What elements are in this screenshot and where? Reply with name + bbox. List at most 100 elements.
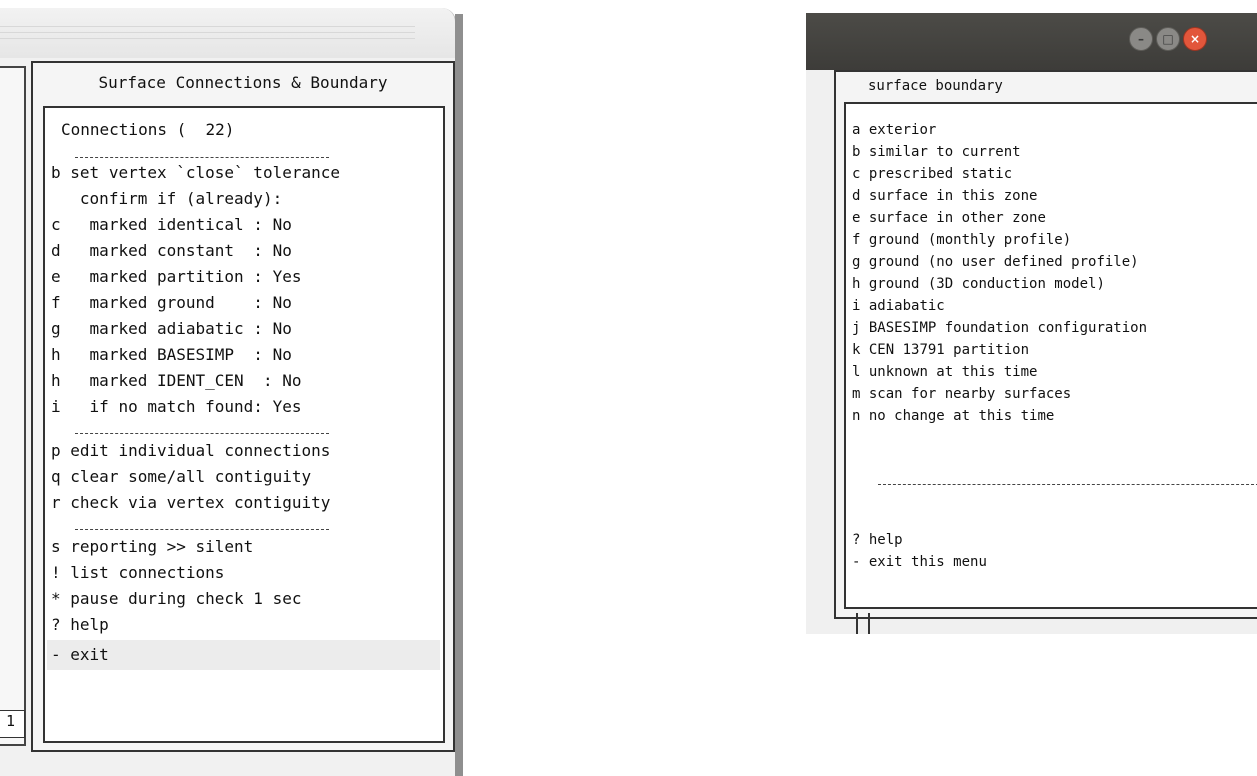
menu-item-list-connections[interactable]: ! list connections xyxy=(51,560,224,586)
menu-item-key: p xyxy=(51,441,61,460)
menu-item-unknown[interactable]: l unknown at this time xyxy=(852,362,1037,383)
menu-item-edit-connections[interactable]: p edit individual connections xyxy=(51,438,330,464)
menu-item-exit[interactable]: - exit this menu xyxy=(852,552,987,573)
menu-item-key: f xyxy=(852,232,861,248)
menu-item-key: r xyxy=(51,493,61,512)
menu-item-label: confirm if (already): xyxy=(70,189,283,208)
menu-item-ground-monthly[interactable]: f ground (monthly profile) xyxy=(852,230,1071,251)
close-icon: × xyxy=(1189,32,1201,46)
menu-item-label: exit xyxy=(70,645,109,664)
menu-item-no-match[interactable]: i if no match found: Yes xyxy=(51,394,301,420)
menu-item-no-change[interactable]: n no change at this time xyxy=(852,406,1054,427)
panel-title: surface boundary xyxy=(868,78,1003,94)
menu-item-prescribed[interactable]: c prescribed static xyxy=(852,164,1012,185)
left-window-titlebar[interactable] xyxy=(0,8,456,58)
menu-item-key: l xyxy=(852,364,861,380)
menu-item-adiabatic[interactable]: g marked adiabatic : No xyxy=(51,316,292,342)
menu-item-ground[interactable]: f marked ground : No xyxy=(51,290,292,316)
menu-item-cen-partition[interactable]: k CEN 13791 partition xyxy=(852,340,1029,361)
right-window: – □ × surface boundary a exterior b simi… xyxy=(806,13,1257,634)
menu-item-partition[interactable]: e marked partition : Yes xyxy=(51,264,301,290)
menu-item-key: h xyxy=(51,371,61,390)
menu-item-label: scan for nearby surfaces xyxy=(868,386,1072,402)
menu-item-key xyxy=(51,189,61,208)
right-lower-panel-edge xyxy=(856,613,870,634)
menu-item-adiabatic[interactable]: i adiabatic xyxy=(852,296,945,317)
menu-item-exterior[interactable]: a exterior xyxy=(852,120,936,141)
menu-item-key: e xyxy=(51,267,61,286)
menu-item-this-zone[interactable]: d surface in this zone xyxy=(852,186,1037,207)
surface-connections-panel: Surface Connections & Boundary Connectio… xyxy=(31,61,455,752)
menu-item-label: marked adiabatic : No xyxy=(70,319,292,338)
menu-item-label: marked IDENT_CEN : No xyxy=(70,371,302,390)
menu-item-key: e xyxy=(852,210,861,226)
menu-item-reporting[interactable]: s reporting >> silent xyxy=(51,534,253,560)
menu-item-label: surface in other zone xyxy=(868,210,1046,226)
menu-item-pause[interactable]: * pause during check 1 sec xyxy=(51,586,301,612)
menu-item-key: h xyxy=(852,276,861,292)
menu-item-key: - xyxy=(51,645,61,664)
menu-item-key: g xyxy=(852,254,861,270)
menu-item-key: i xyxy=(852,298,861,314)
boundary-menu: a exterior b similar to current c prescr… xyxy=(844,102,1257,609)
menu-item-key: b xyxy=(852,144,861,160)
menu-item-key: q xyxy=(51,467,61,486)
menu-item-basesimp[interactable]: j BASESIMP foundation configuration xyxy=(852,318,1147,339)
menu-separator xyxy=(75,529,329,532)
menu-item-exit[interactable]: - exit xyxy=(51,642,109,668)
menu-item-label: similar to current xyxy=(868,144,1021,160)
menu-item-label: set vertex `close` tolerance xyxy=(70,163,340,182)
menu-item-identical[interactable]: c marked identical : No xyxy=(51,212,292,238)
menu-item-ground-no-profile[interactable]: g ground (no user defined profile) xyxy=(852,252,1139,273)
menu-item-label: clear some/all contiguity xyxy=(70,467,312,486)
menu-item-label: unknown at this time xyxy=(868,364,1038,380)
right-window-titlebar[interactable]: – □ × xyxy=(806,13,1257,70)
menu-item-key: d xyxy=(51,241,61,260)
menu-item-key: b xyxy=(51,163,61,182)
menu-item-key: ? xyxy=(852,532,861,548)
menu-item-scan[interactable]: m scan for nearby surfaces xyxy=(852,384,1071,405)
menu-item-constant[interactable]: d marked constant : No xyxy=(51,238,292,264)
connections-heading: Connections ( 22) xyxy=(61,120,235,139)
menu-item-confirm-label: confirm if (already): xyxy=(51,186,282,212)
menu-item-label: adiabatic xyxy=(868,298,945,314)
menu-item-tolerance[interactable]: b set vertex `close` tolerance xyxy=(51,160,340,186)
menu-item-help[interactable]: ? help xyxy=(852,530,903,551)
menu-item-label: marked partition : Yes xyxy=(70,267,302,286)
menu-item-label: exit this menu xyxy=(868,554,987,570)
maximize-icon: □ xyxy=(1162,32,1174,46)
menu-item-label: pause during check 1 sec xyxy=(70,589,302,608)
menu-item-key: c xyxy=(852,166,861,182)
menu-item-key: d xyxy=(852,188,861,204)
menu-item-label: BASESIMP foundation configuration xyxy=(868,320,1148,336)
menu-item-label: ground (no user defined profile) xyxy=(868,254,1139,270)
menu-item-key: ! xyxy=(51,563,61,582)
menu-separator xyxy=(878,484,1257,485)
close-button[interactable]: × xyxy=(1183,27,1207,51)
minimize-icon: – xyxy=(1138,32,1144,46)
menu-item-clear-contiguity[interactable]: q clear some/all contiguity xyxy=(51,464,311,490)
menu-item-check-contiguity[interactable]: r check via vertex contiguity xyxy=(51,490,330,516)
left-adjacent-panel xyxy=(0,66,26,746)
menu-item-similar[interactable]: b similar to current xyxy=(852,142,1021,163)
menu-item-other-zone[interactable]: e surface in other zone xyxy=(852,208,1046,229)
menu-item-label: exterior xyxy=(868,122,937,138)
menu-item-basesimp[interactable]: h marked BASESIMP : No xyxy=(51,342,292,368)
menu-item-ident-cen[interactable]: h marked IDENT_CEN : No xyxy=(51,368,301,394)
connections-menu: Connections ( 22) b set vertex `close` t… xyxy=(43,106,445,743)
maximize-button[interactable]: □ xyxy=(1156,27,1180,51)
left-window-shadow xyxy=(455,14,463,776)
menu-item-key: a xyxy=(852,122,861,138)
minimize-button[interactable]: – xyxy=(1129,27,1153,51)
menu-item-label: marked identical : No xyxy=(70,215,292,234)
menu-item-label: ground (3D conduction model) xyxy=(868,276,1105,292)
menu-item-label: surface in this zone xyxy=(868,188,1038,204)
menu-item-ground-3d[interactable]: h ground (3D conduction model) xyxy=(852,274,1105,295)
menu-item-help[interactable]: ? help xyxy=(51,612,109,638)
panel-title: Surface Connections & Boundary xyxy=(98,73,388,92)
menu-separator xyxy=(75,433,329,436)
menu-item-label: check via vertex contiguity xyxy=(70,493,331,512)
menu-item-key: c xyxy=(51,215,61,234)
menu-item-label: if no match found: Yes xyxy=(70,397,302,416)
menu-item-key: n xyxy=(852,408,861,424)
